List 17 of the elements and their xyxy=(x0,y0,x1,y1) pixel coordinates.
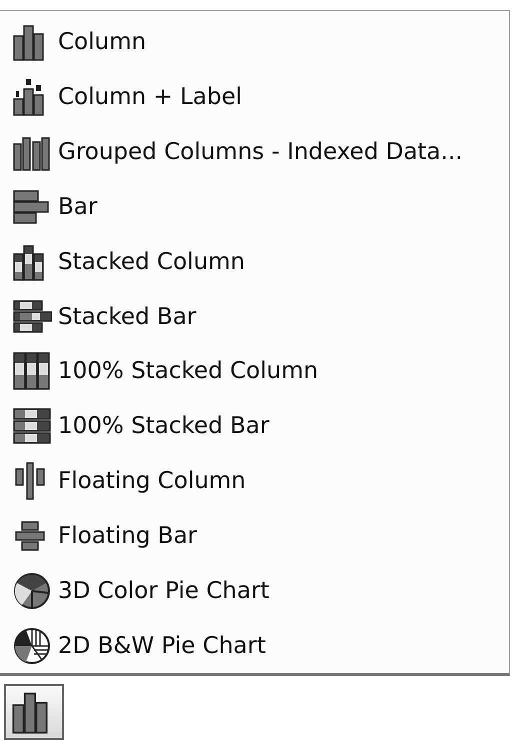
menu-item[interactable]: 3D Color Pie Chart xyxy=(58,578,270,604)
pie-chart-icon xyxy=(12,626,52,666)
column-chart-icon xyxy=(12,351,52,392)
menu-item[interactable]: 100% Stacked Column xyxy=(58,358,318,384)
menu-item[interactable]: 2D B&W Pie Chart xyxy=(58,632,266,659)
menu-item[interactable]: Stacked Bar xyxy=(58,304,196,330)
menu-item[interactable]: Stacked Column xyxy=(58,248,245,275)
menu-item[interactable]: Column xyxy=(58,29,146,56)
menu-item[interactable]: Grouped Columns - Indexed Data... xyxy=(58,139,463,166)
menu-item[interactable]: 100% Stacked Bar xyxy=(58,413,270,440)
menu-item[interactable]: Bar xyxy=(58,194,98,220)
menu-item[interactable]: Floating Column xyxy=(58,468,246,494)
chart-type-button[interactable] xyxy=(4,684,64,740)
menu-item[interactable]: Column + Label xyxy=(58,84,242,110)
pie-chart-icon xyxy=(12,570,52,611)
bar-chart-icon xyxy=(12,406,52,446)
menu-item[interactable]: Floating Bar xyxy=(58,522,198,549)
